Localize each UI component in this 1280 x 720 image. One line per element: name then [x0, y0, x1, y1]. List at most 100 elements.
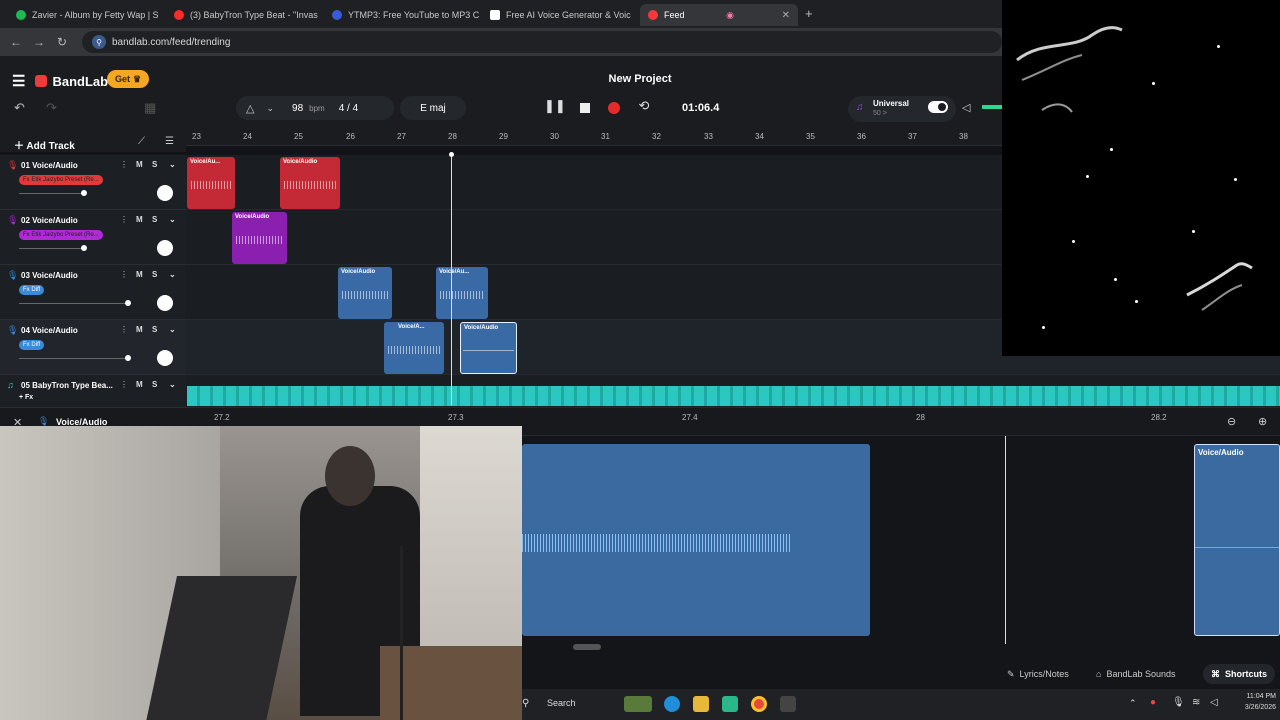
track-header-2[interactable]: 🎙 02 Voice/Audio ⋮ M S ⌄ Fx Etik Jaizybo… — [0, 210, 186, 265]
solo-button[interactable]: S — [152, 325, 157, 334]
new-tab-icon[interactable]: + — [805, 6, 813, 21]
project-title[interactable]: New Project — [560, 73, 720, 85]
app-icon[interactable] — [780, 696, 796, 712]
audio-clip[interactable]: Voice/Audio — [232, 212, 287, 264]
mute-button[interactable]: M — [136, 160, 143, 169]
piano-icon[interactable]: ▦ — [144, 100, 156, 116]
pan-knob[interactable] — [157, 350, 173, 366]
browser-tab-2[interactable]: (3) BabyTron Type Beat - "Invas ✕ — [166, 4, 322, 26]
horizontal-scrollbar[interactable] — [573, 644, 601, 650]
mute-button[interactable]: M — [136, 215, 143, 224]
more-icon[interactable]: ⋮ — [120, 160, 128, 169]
redo-icon[interactable]: ↷ — [46, 100, 57, 116]
track-name[interactable]: 05 BabyTron Type Bea... — [21, 381, 119, 390]
more-icon[interactable]: ⋮ — [120, 380, 128, 389]
pan-knob[interactable] — [157, 240, 173, 256]
volume-knob[interactable] — [125, 300, 131, 306]
menu-icon[interactable]: ☰ — [12, 72, 25, 90]
audio-clip[interactable]: Voice/Au... — [436, 267, 488, 319]
get-membership-button[interactable]: Get ♛ — [107, 70, 150, 88]
close-icon[interactable]: ✕ — [318, 10, 322, 21]
taskbar-search[interactable]: Search — [547, 698, 576, 708]
add-fx-button[interactable]: + Fx — [19, 394, 33, 401]
more-icon[interactable]: ⋮ — [120, 270, 128, 279]
volume-slider[interactable] — [19, 193, 85, 194]
search-icon[interactable]: ⚲ — [522, 698, 529, 709]
volume-knob[interactable] — [81, 245, 87, 251]
close-icon[interactable]: ✕ — [159, 10, 164, 21]
shortcuts-button[interactable]: ⌘ Shortcuts — [1203, 664, 1276, 684]
track-header-1[interactable]: 🎙 01 Voice/Audio ⋮ M S ⌄ Fx Etik Jaizybo… — [0, 155, 186, 210]
key-selector[interactable]: E maj — [400, 96, 466, 120]
bandlab-logo[interactable]: ☰ BandLab — [12, 72, 108, 90]
close-icon[interactable]: ✕ — [631, 10, 638, 21]
fx-tag[interactable]: Fx Etik Jaizybo Preset (Re... — [19, 175, 103, 185]
app-icon[interactable] — [722, 696, 738, 712]
editor-clip-selected[interactable]: Voice/Audio — [1194, 444, 1280, 636]
clock-time[interactable]: 11:04 PM — [1232, 693, 1276, 700]
mute-button[interactable]: M — [136, 270, 143, 279]
zoom-out-icon[interactable]: ⊖ — [1227, 415, 1236, 428]
more-icon[interactable]: ⋮ — [120, 215, 128, 224]
tray-icon[interactable]: ● — [1150, 697, 1156, 708]
chevron-up-icon[interactable]: ⌃ — [1129, 698, 1137, 709]
volume-knob[interactable] — [125, 355, 131, 361]
pan-knob[interactable] — [157, 185, 173, 201]
editor-clip[interactable] — [522, 444, 870, 636]
widgets-icon[interactable] — [624, 696, 652, 712]
fx-tag[interactable]: Fx Etik Jaizybo Preset (Re... — [19, 230, 103, 240]
lyrics-notes-button[interactable]: ✎ Lyrics/Notes — [1007, 664, 1069, 684]
track-header-5[interactable]: ♫ 05 BabyTron Type Bea... ⋮ M S ⌄ + Fx — [0, 375, 186, 408]
time-signature[interactable]: 4 / 4 — [339, 103, 358, 114]
chevron-down-icon[interactable]: ⌄ — [169, 325, 176, 334]
chevron-down-icon[interactable]: ⌄ — [169, 380, 176, 389]
volume-slider[interactable] — [19, 303, 129, 304]
chevron-down-icon[interactable]: ⌄ — [266, 103, 274, 114]
audio-clip-selected[interactable]: Voice/Audio — [460, 322, 517, 374]
track-name[interactable]: 02 Voice/Audio — [21, 216, 119, 225]
tempo-control[interactable]: △ ⌄ 98 bpm 4 / 4 — [236, 96, 394, 120]
loop-icon[interactable]: ⟲ — [634, 98, 654, 114]
edge-icon[interactable] — [664, 696, 680, 712]
clock-date[interactable]: 3/26/2026 — [1232, 704, 1276, 711]
chrome-icon[interactable] — [751, 696, 767, 712]
undo-icon[interactable]: ↶ — [14, 100, 25, 116]
mixer-icon[interactable]: ☰ — [165, 136, 174, 147]
audio-clip[interactable]: Voice/A... — [384, 322, 444, 374]
audio-clip[interactable]: Voice/Au... — [187, 157, 235, 209]
wifi-icon[interactable]: ≋ — [1192, 697, 1200, 708]
audio-clip[interactable]: Voice/Audio — [338, 267, 392, 319]
bpm-value[interactable]: 98 — [292, 103, 303, 114]
url-field[interactable]: ⚲ bandlab.com/feed/trending — [82, 31, 1002, 53]
volume-slider[interactable] — [19, 248, 85, 249]
universal-toggle[interactable] — [928, 101, 948, 113]
speaker-icon[interactable]: ◁ — [962, 101, 970, 114]
track-header-3[interactable]: 🎙 03 Voice/Audio ⋮ M S ⌄ Fx Diff — [0, 265, 186, 320]
record-button[interactable] — [608, 102, 620, 114]
solo-button[interactable]: S — [152, 215, 157, 224]
editor-playhead[interactable] — [1005, 436, 1006, 644]
track-name[interactable]: 04 Voice/Audio — [21, 326, 119, 335]
fx-tag[interactable]: Fx Diff — [19, 340, 45, 350]
bandlab-sounds-button[interactable]: ⌂ BandLab Sounds — [1096, 664, 1176, 684]
beat-clip[interactable] — [187, 386, 1280, 406]
audio-clip[interactable]: Voice/Audio — [280, 157, 340, 209]
browser-tab-1[interactable]: Zavier - Album by Fetty Wap | S ✕ — [8, 4, 164, 26]
file-explorer-icon[interactable] — [693, 696, 709, 712]
solo-button[interactable]: S — [152, 270, 157, 279]
pan-knob[interactable] — [157, 295, 173, 311]
track-name[interactable]: 01 Voice/Audio — [21, 161, 119, 170]
playhead[interactable] — [451, 155, 452, 405]
close-icon[interactable]: ✕ — [776, 10, 790, 21]
mute-button[interactable]: M — [136, 325, 143, 334]
add-track-button[interactable]: ＋ Add Track — [14, 137, 75, 152]
back-icon[interactable]: ← — [10, 35, 22, 49]
volume-knob[interactable] — [81, 190, 87, 196]
chevron-down-icon[interactable]: ⌄ — [169, 160, 176, 169]
reload-icon[interactable]: ↻ — [57, 35, 67, 49]
forward-icon[interactable]: → — [33, 35, 45, 49]
playhead-handle[interactable] — [449, 152, 454, 157]
browser-tab-4[interactable]: Free AI Voice Generator & Voic ✕ — [482, 4, 638, 26]
close-icon[interactable]: ✕ — [479, 10, 480, 21]
chevron-down-icon[interactable]: ⌄ — [169, 270, 176, 279]
